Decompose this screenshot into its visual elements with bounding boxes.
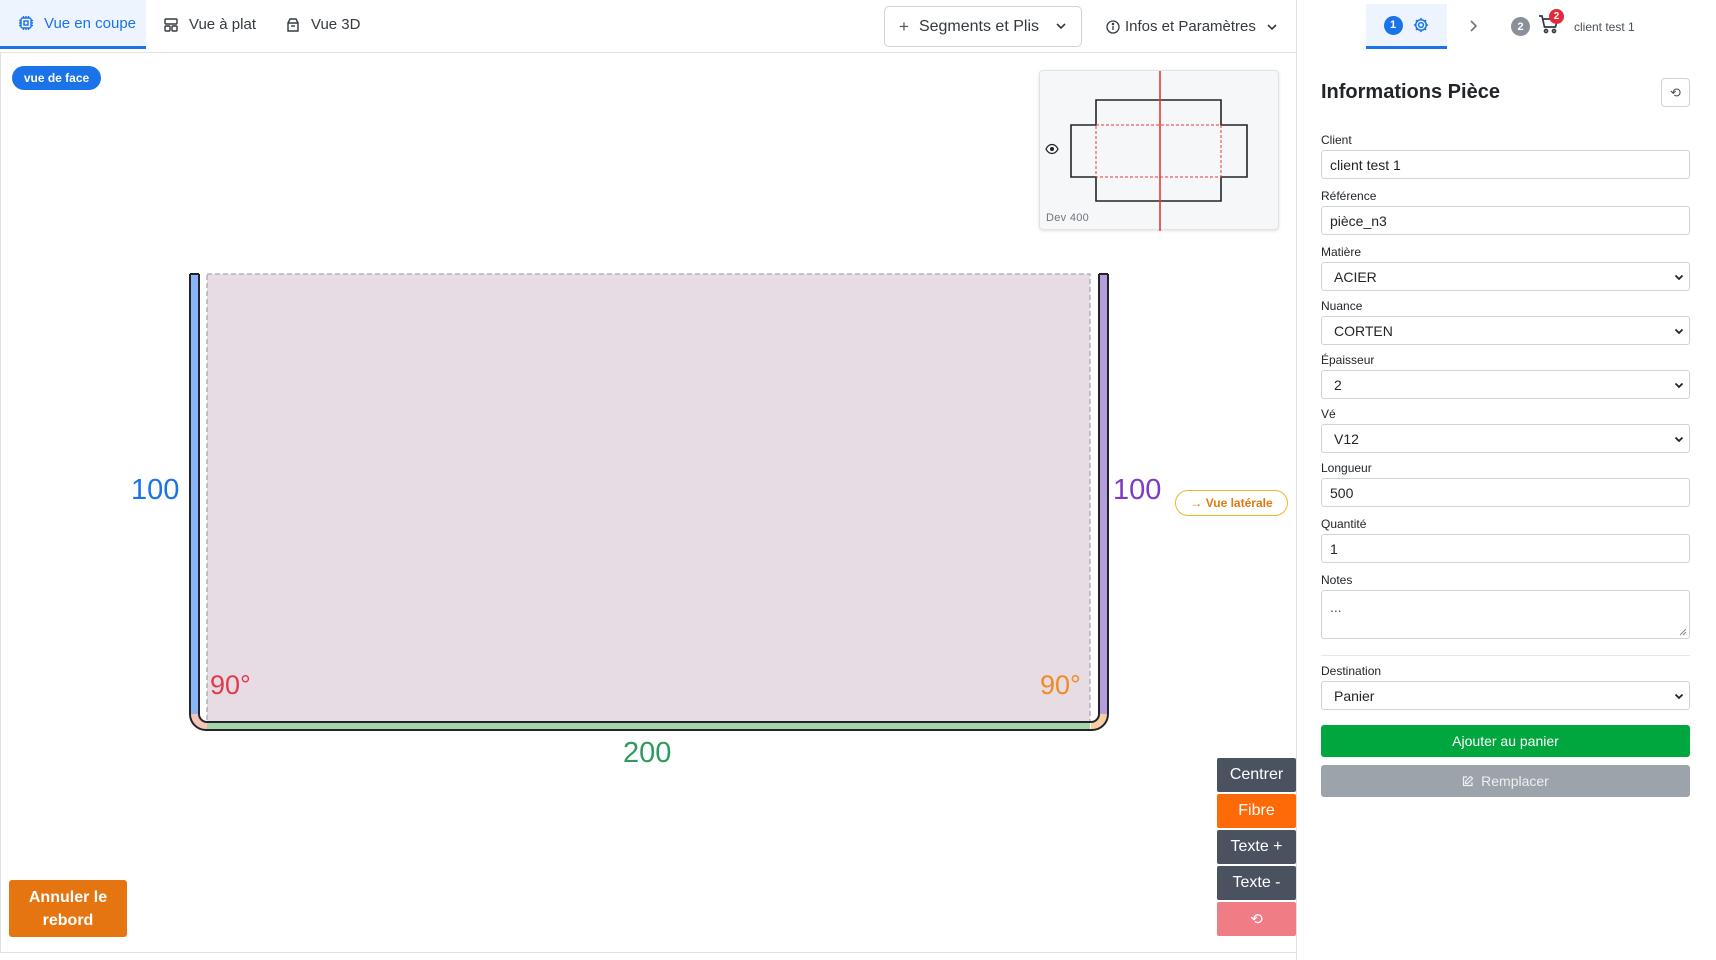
center-button[interactable]: Centrer bbox=[1217, 758, 1296, 792]
editor-area: Vue en coupe Vue à plat Vue 3D + Segment… bbox=[0, 0, 1296, 960]
destination-label: Destination bbox=[1321, 664, 1382, 678]
chevron-down-icon bbox=[1674, 274, 1684, 281]
bottom-segment bbox=[207, 722, 1090, 730]
replace-button[interactable]: Remplacer bbox=[1321, 765, 1690, 797]
notes-value: ... bbox=[1330, 599, 1342, 615]
text-smaller-button[interactable]: Texte - bbox=[1217, 866, 1296, 900]
edit-icon bbox=[1463, 775, 1474, 787]
nuance-select[interactable]: CORTEN bbox=[1321, 316, 1690, 345]
reset-view-button[interactable]: ⟲ bbox=[1217, 902, 1296, 936]
ve-label: Vé bbox=[1321, 407, 1336, 421]
step-indicator: 1 2 2 client test 1 bbox=[1297, 0, 1716, 51]
left-bend-angle[interactable]: 90° bbox=[210, 670, 251, 701]
left-segment-dimension[interactable]: 100 bbox=[131, 474, 179, 507]
step-2-number: 2 bbox=[1511, 17, 1530, 36]
destination-value: Panier bbox=[1334, 687, 1375, 704]
notes-label: Notes bbox=[1321, 573, 1353, 587]
chevron-right-icon bbox=[1470, 20, 1478, 32]
text-bigger-button[interactable]: Texte + bbox=[1217, 830, 1296, 864]
add-to-cart-label: Ajouter au panier bbox=[1452, 733, 1559, 749]
cart-icon: 2 bbox=[1538, 9, 1564, 39]
section-profile bbox=[189, 273, 1109, 731]
fibre-button[interactable]: Fibre bbox=[1217, 794, 1296, 828]
step-configuration[interactable]: 1 bbox=[1366, 4, 1447, 49]
chevron-down-icon bbox=[1674, 436, 1684, 443]
matiere-value: ACIER bbox=[1334, 268, 1377, 285]
step-1-number: 1 bbox=[1383, 15, 1403, 35]
form-divider bbox=[1321, 655, 1690, 656]
epaisseur-label: Épaisseur bbox=[1321, 353, 1375, 367]
left-segment bbox=[190, 274, 199, 714]
add-to-cart-button[interactable]: Ajouter au panier bbox=[1321, 725, 1690, 757]
matiere-label: Matière bbox=[1321, 245, 1362, 259]
nuance-label: Nuance bbox=[1321, 299, 1363, 313]
epaisseur-select[interactable]: 2 bbox=[1321, 370, 1690, 399]
quantite-label: Quantité bbox=[1321, 517, 1367, 531]
destination-select[interactable]: Panier bbox=[1321, 681, 1690, 710]
longueur-input[interactable]: 500 bbox=[1321, 478, 1690, 507]
chevron-down-icon bbox=[1674, 693, 1684, 700]
right-segment-dimension[interactable]: 100 bbox=[1113, 474, 1161, 507]
nuance-value: CORTEN bbox=[1334, 322, 1393, 339]
longueur-value: 500 bbox=[1330, 484, 1354, 501]
right-segment bbox=[1099, 274, 1108, 714]
reference-value: pièce_n3 bbox=[1330, 212, 1387, 229]
reference-input[interactable]: pièce_n3 bbox=[1321, 206, 1690, 235]
gear-icon bbox=[1413, 17, 1428, 33]
client-input[interactable]: client test 1 bbox=[1321, 150, 1690, 179]
quantite-value: 1 bbox=[1330, 540, 1338, 557]
epaisseur-value: 2 bbox=[1334, 376, 1342, 393]
ve-value: V12 bbox=[1334, 430, 1359, 447]
reference-label: Référence bbox=[1321, 189, 1377, 203]
cancel-flange-button[interactable]: Annuler le rebord bbox=[9, 880, 127, 937]
chevron-down-icon bbox=[1674, 382, 1684, 389]
ve-select[interactable]: V12 bbox=[1321, 424, 1690, 453]
bottom-segment-dimension[interactable]: 200 bbox=[623, 737, 671, 770]
quantite-input[interactable]: 1 bbox=[1321, 534, 1690, 563]
notes-textarea[interactable]: ... bbox=[1321, 590, 1690, 639]
client-label: Client bbox=[1321, 133, 1352, 147]
longueur-label: Longueur bbox=[1321, 461, 1372, 475]
client-value: client test 1 bbox=[1330, 156, 1401, 173]
right-bend-angle[interactable]: 90° bbox=[1040, 670, 1081, 701]
piece-info-panel: 1 2 2 client test 1 Informations Pièce ⟲… bbox=[1296, 0, 1716, 960]
cart-count-badge: 2 bbox=[1549, 9, 1564, 24]
resize-grip-icon[interactable] bbox=[1679, 628, 1687, 636]
matiere-select[interactable]: ACIER bbox=[1321, 262, 1690, 291]
step-cart[interactable]: 2 2 client test 1 bbox=[1511, 9, 1635, 39]
step-client-name: client test 1 bbox=[1574, 19, 1635, 34]
chevron-down-icon bbox=[1674, 328, 1684, 335]
side-view-button[interactable]: → Vue latérale bbox=[1175, 490, 1288, 516]
profile-fill bbox=[207, 274, 1090, 722]
panel-title: Informations Pièce bbox=[1321, 81, 1500, 103]
replace-label: Remplacer bbox=[1481, 773, 1549, 789]
reset-form-button[interactable]: ⟲ bbox=[1661, 78, 1690, 107]
